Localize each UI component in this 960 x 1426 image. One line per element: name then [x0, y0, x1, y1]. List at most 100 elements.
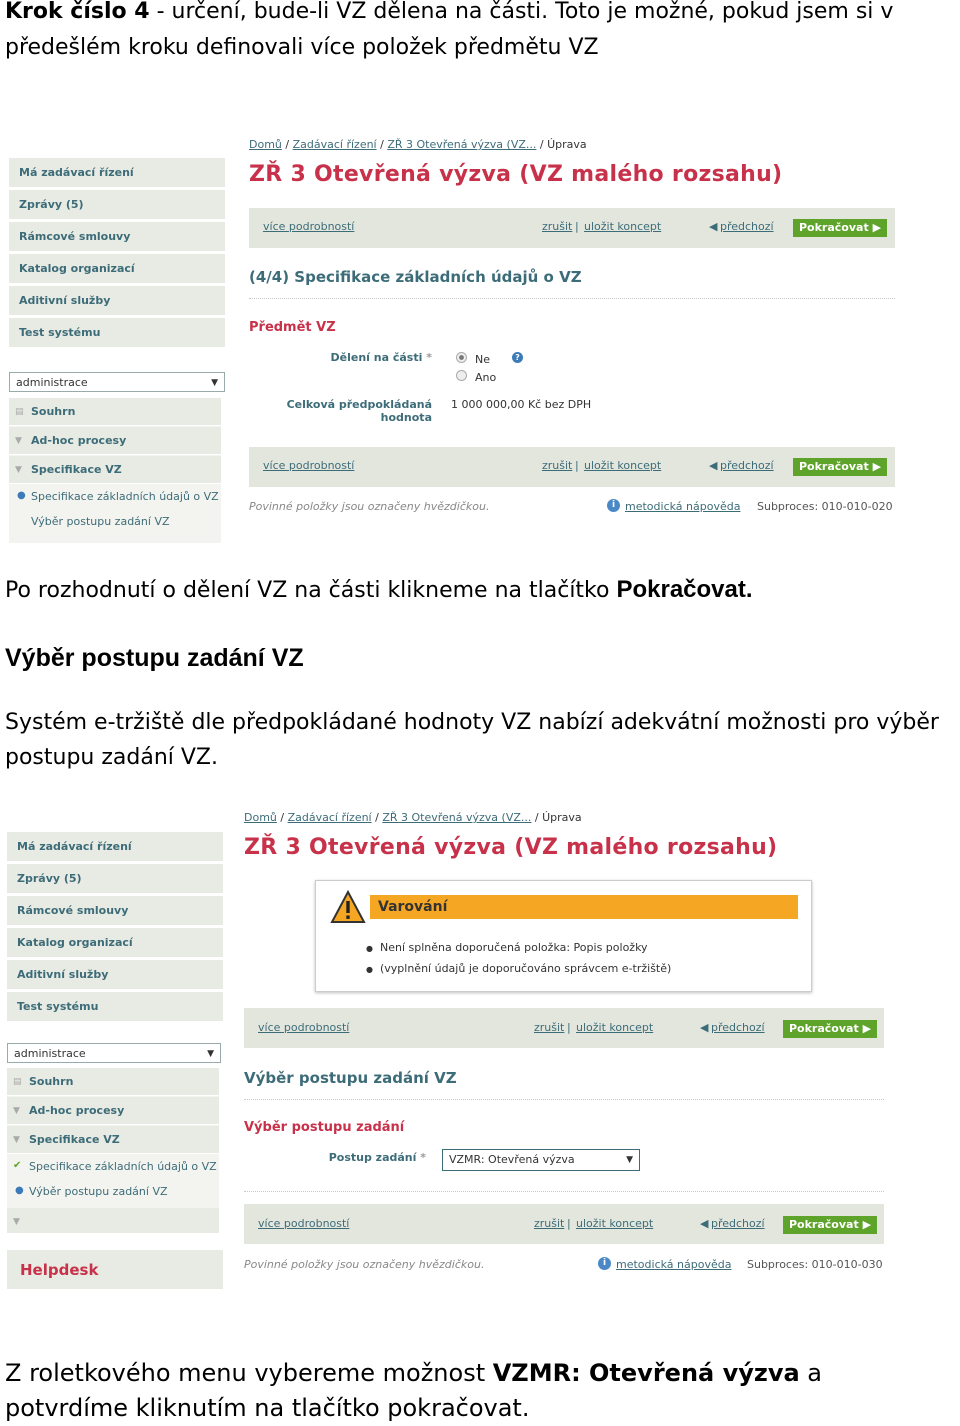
tree-item-souhrn[interactable]: ▤ Souhrn — [7, 1068, 219, 1096]
para-1-bold: Pokračovat. — [616, 576, 753, 603]
value-label: Celková předpokládaná hodnota — [272, 398, 432, 424]
breadcrumb-separator: / — [380, 138, 384, 151]
save-draft-link[interactable]: uložit koncept — [576, 1217, 653, 1230]
sidebar-item-ma-zadavaci-rizeni[interactable]: Má zadávací řízení — [9, 158, 225, 188]
breadcrumb-current: Úprava — [542, 811, 582, 824]
page-title: ZŘ 3 Otevřená výzva (VZ malého rozsahu) — [244, 835, 778, 860]
continue-button[interactable]: Pokračovat ▶ — [793, 219, 888, 237]
more-details-link[interactable]: více podrobností — [258, 1021, 349, 1034]
subprocess-code: Subproces: 010-010-030 — [747, 1258, 883, 1271]
sidebar-tree: ▤ Souhrn ▼ Ad-hoc procesy ▼ Specifikace VZ … — [9, 398, 221, 543]
required-marker: * — [426, 351, 432, 364]
more-details-link[interactable]: více podrobností — [258, 1217, 349, 1230]
tree-subitem-specifikace-zakladnich-udaju[interactable]: ● Specifikace základních údajů o VZ — [9, 490, 221, 503]
breadcrumb-zadavaci-rizeni[interactable]: Zadávací řízení — [293, 138, 377, 151]
save-draft-link[interactable]: uložit koncept — [576, 1021, 653, 1034]
chevron-down-icon: ▼ — [15, 465, 22, 475]
tree-item-ad-hoc-procesy[interactable]: ▼ Ad-hoc procesy — [9, 427, 221, 455]
sidebar-item-ramcove-smlouvy[interactable]: Rámcové smlouvy — [9, 222, 225, 252]
help-icon[interactable]: ? — [512, 352, 523, 363]
info-icon: i — [598, 1257, 611, 1270]
cancel-link[interactable]: zrušit — [542, 459, 572, 472]
tree-subitem-vyber-postupu[interactable]: Výběr postupu zadání VZ — [9, 515, 221, 528]
previous-link[interactable]: předchozí — [711, 1217, 765, 1230]
sidebar-item-ramcove-smlouvy[interactable]: Rámcové smlouvy — [7, 896, 223, 926]
previous-link[interactable]: předchozí — [720, 220, 774, 233]
sidebar-item-katalog-organizaci[interactable]: Katalog organizací — [9, 254, 225, 284]
helpdesk-link[interactable]: Helpdesk — [7, 1250, 223, 1290]
procedure-dropdown[interactable]: VZMR: Otevřená výzva ▼ — [442, 1149, 640, 1171]
continue-button[interactable]: Pokračovat ▶ — [783, 1020, 878, 1038]
para-3-tail: a — [799, 1359, 823, 1387]
previous-link[interactable]: předchozí — [711, 1021, 765, 1034]
sidebar-item-aditivni-sluzby[interactable]: Aditivní služby — [7, 960, 223, 990]
chevron-down-icon: ▼ — [626, 1155, 633, 1165]
more-details-link[interactable]: více podrobností — [263, 459, 354, 472]
admin-select[interactable]: administrace ▼ — [9, 372, 225, 392]
arrow-left-icon: ◀ — [700, 1217, 709, 1230]
tree-subitem-label: Specifikace základních údajů o VZ — [29, 1160, 217, 1173]
sidebar-item-test-systemu[interactable]: Test systému — [7, 992, 223, 1022]
action-divider: | — [575, 220, 579, 233]
save-draft-link[interactable]: uložit koncept — [584, 220, 661, 233]
breadcrumb: Domů / Zadávací řízení / ZŘ 3 Otevřená v… — [244, 811, 582, 824]
help-link[interactable]: metodická nápověda — [625, 500, 740, 513]
radio-ne-label: Ne — [475, 353, 490, 366]
tree-item-ad-hoc-procesy[interactable]: ▼ Ad-hoc procesy — [7, 1097, 219, 1125]
admin-select-value: administrace — [16, 376, 88, 389]
section-title: Výběr postupu zadání VZ — [244, 1069, 457, 1087]
admin-select-value: administrace — [14, 1047, 86, 1060]
para-1: Po rozhodnutí o dělení VZ na části klikn… — [5, 572, 753, 609]
more-details-link[interactable]: více podrobností — [263, 220, 354, 233]
continue-button-label: Pokračovat — [789, 1022, 859, 1035]
document-icon: ▤ — [13, 1077, 22, 1087]
radio-ano[interactable] — [456, 370, 467, 381]
procedure-dropdown-value: VZMR: Otevřená výzva — [449, 1153, 575, 1166]
radio-ne[interactable] — [456, 352, 467, 363]
continue-button[interactable]: Pokračovat ▶ — [783, 1216, 878, 1234]
sidebar-item-test-systemu[interactable]: Test systému — [9, 318, 225, 348]
subsection-title: Výběr postupu zadání — [244, 1120, 405, 1135]
sidebar: Má zadávací řízení Zprávy (5) Rámcové sm… — [7, 832, 223, 1292]
value-label-line-1: Celková předpokládaná — [286, 398, 432, 411]
breadcrumb-zadavaci-rizeni[interactable]: Zadávací řízení — [288, 811, 372, 824]
action-bar-bottom: více podrobností zrušit | uložit koncept… — [249, 447, 895, 487]
sidebar-item-zpravy[interactable]: Zprávy (5) — [7, 864, 223, 894]
bullet-icon: ● — [17, 490, 26, 501]
help-link[interactable]: metodická nápověda — [616, 1258, 731, 1271]
breadcrumb-zr3[interactable]: ZŘ 3 Otevřená výzva (VZ... — [382, 811, 531, 824]
action-bar-bottom: více podrobností zrušit | uložit koncept… — [244, 1204, 884, 1244]
value-label-line-2: hodnota — [380, 411, 432, 424]
tree-subitem-vyber-postupu[interactable]: ● Výběr postupu zadání VZ — [7, 1185, 219, 1198]
arrow-left-icon: ◀ — [709, 220, 718, 233]
divider — [244, 1099, 884, 1100]
sidebar-item-aditivni-sluzby[interactable]: Aditivní služby — [9, 286, 225, 316]
tree-subitem-label: Specifikace základních údajů o VZ — [31, 490, 219, 503]
previous-link[interactable]: předchozí — [720, 459, 774, 472]
sidebar-item-katalog-organizaci[interactable]: Katalog organizací — [7, 928, 223, 958]
save-draft-link[interactable]: uložit koncept — [584, 459, 661, 472]
tree-item-label: Specifikace VZ — [29, 1133, 120, 1146]
document-icon: ▤ — [15, 407, 24, 417]
breadcrumb-home[interactable]: Domů — [244, 811, 277, 824]
sidebar-item-zpravy[interactable]: Zprávy (5) — [9, 190, 225, 220]
continue-button[interactable]: Pokračovat ▶ — [793, 458, 888, 476]
sidebar-tree: ▤ Souhrn ▼ Ad-hoc procesy ▼ Specifikace VZ … — [7, 1068, 219, 1234]
breadcrumb-zr3[interactable]: ZŘ 3 Otevřená výzva (VZ... — [387, 138, 536, 151]
tree-item-specifikace-vz[interactable]: ▼ Specifikace VZ — [9, 456, 221, 484]
para-1-text: Po rozhodnutí o dělení VZ na části klikn… — [5, 578, 617, 603]
cancel-link[interactable]: zrušit — [542, 220, 572, 233]
cancel-link[interactable]: zrušit — [534, 1217, 564, 1230]
tree-item-label: Specifikace VZ — [31, 463, 122, 476]
tree-item-specifikace-vz[interactable]: ▼ Specifikace VZ — [7, 1126, 219, 1154]
tree-subitem-specifikace-zakladnich-udaju[interactable]: ✔ Specifikace základních údajů o VZ — [7, 1160, 219, 1173]
tree-subitem-label: Výběr postupu zadání VZ — [29, 1185, 168, 1198]
sidebar-item-ma-zadavaci-rizeni[interactable]: Má zadávací řízení — [7, 832, 223, 862]
tree-item-collapsed[interactable]: ▼ — [7, 1208, 219, 1234]
cancel-link[interactable]: zrušit — [534, 1021, 564, 1034]
tree-item-souhrn[interactable]: ▤ Souhrn — [9, 398, 221, 426]
breadcrumb-home[interactable]: Domů — [249, 138, 282, 151]
arrow-left-icon: ◀ — [700, 1021, 709, 1034]
admin-select[interactable]: administrace ▼ — [7, 1043, 221, 1063]
intro-line-2: předešlém kroku definovali více položek … — [5, 35, 599, 60]
